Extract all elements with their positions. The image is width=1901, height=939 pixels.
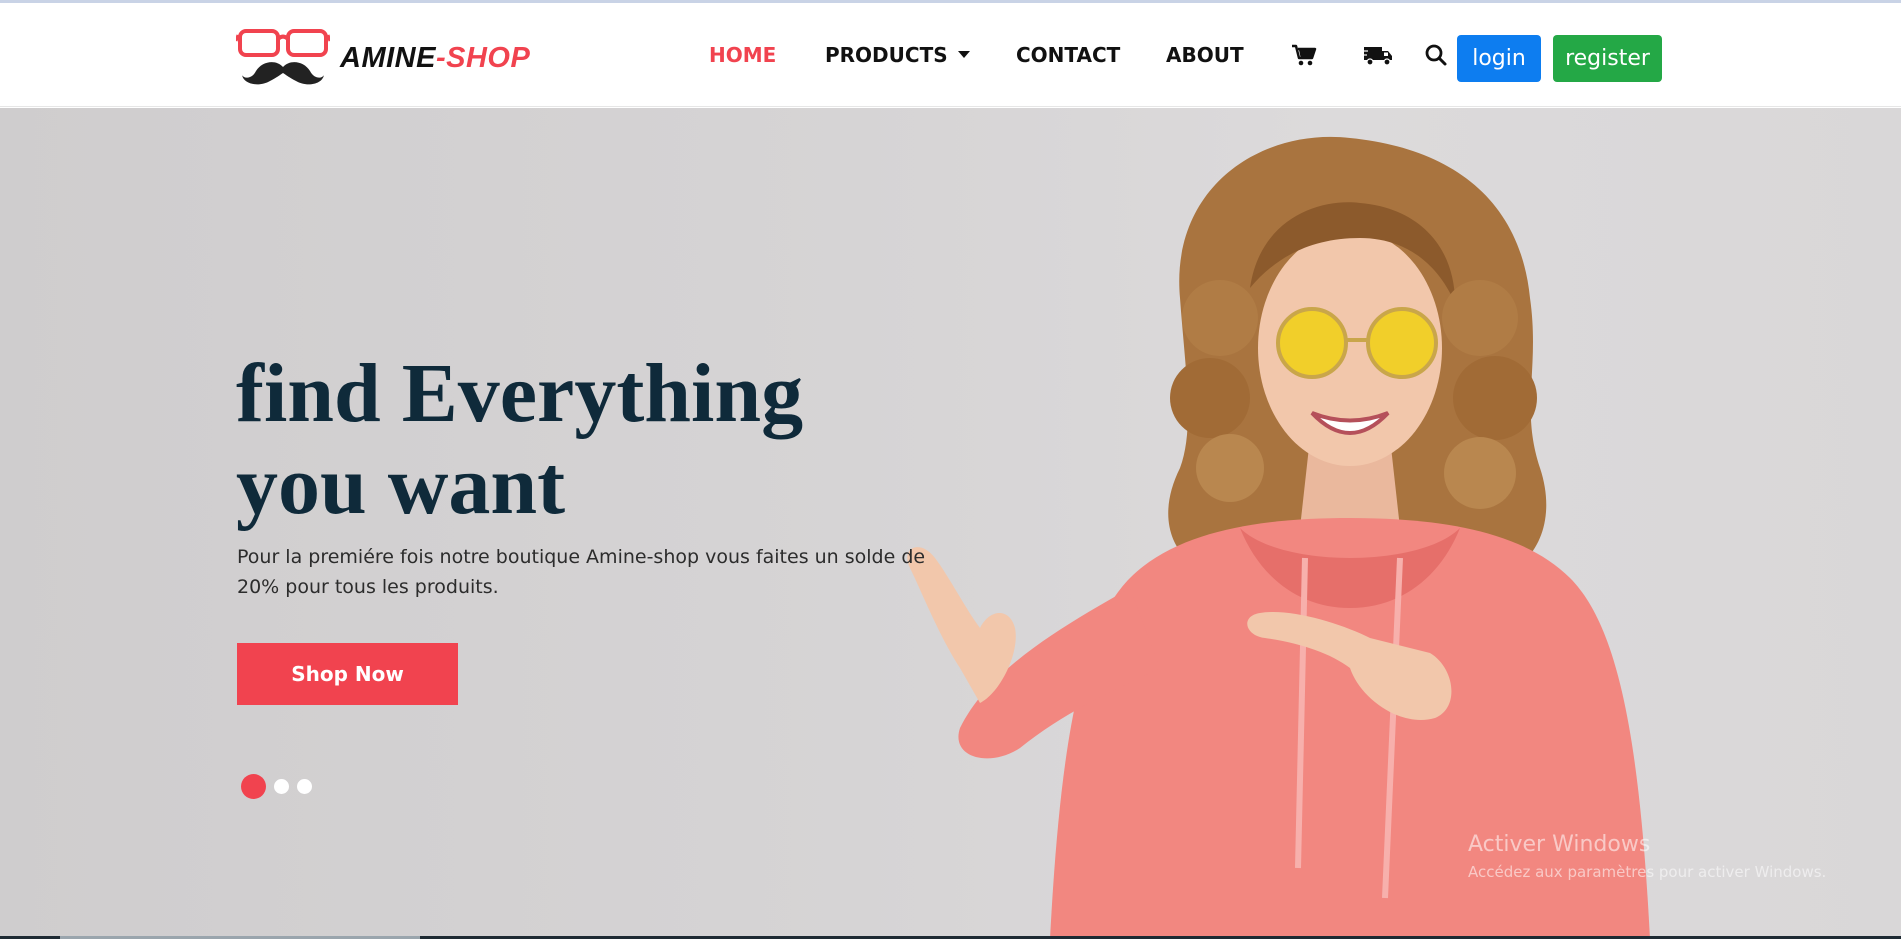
carousel-indicators <box>241 774 320 799</box>
hero-description: Pour la premiére fois notre boutique Ami… <box>237 546 926 598</box>
nav-products-dropdown[interactable]: PRODUCTS <box>825 43 970 67</box>
shop-now-button[interactable]: Shop Now <box>237 643 458 705</box>
hero-title: find Everything you want <box>236 348 936 532</box>
register-button[interactable]: register <box>1553 35 1662 82</box>
hero-model-image <box>880 108 1840 939</box>
cart-icon[interactable] <box>1291 43 1319 69</box>
carousel-dot-1[interactable] <box>241 774 266 799</box>
carousel-dot-3[interactable] <box>297 779 312 794</box>
navbar: AMINE-SHOP HOME PRODUCTS CONTACT ABOUT l… <box>0 3 1901 107</box>
nav-home-link[interactable]: HOME <box>709 43 776 67</box>
hero-title-line2: you want <box>236 439 566 532</box>
search-icon[interactable] <box>1424 43 1448 69</box>
nav-products-label: PRODUCTS <box>825 43 948 67</box>
windows-activation-watermark: Activer Windows Accédez aux paramètres p… <box>1468 832 1826 881</box>
nav-contact-link[interactable]: CONTACT <box>1016 43 1120 67</box>
watermark-title: Activer Windows <box>1468 832 1651 857</box>
login-button[interactable]: login <box>1457 35 1541 82</box>
hero-title-line1: find Everything <box>236 347 804 440</box>
delivery-truck-icon[interactable] <box>1362 43 1394 69</box>
nav-about-link[interactable]: ABOUT <box>1166 43 1244 67</box>
carousel-dot-2[interactable] <box>274 779 289 794</box>
caret-down-icon <box>957 51 970 58</box>
watermark-subtitle: Accédez aux paramètres pour activer Wind… <box>1468 863 1827 881</box>
hero-banner: find Everything you want Pour la premiér… <box>0 108 1901 939</box>
